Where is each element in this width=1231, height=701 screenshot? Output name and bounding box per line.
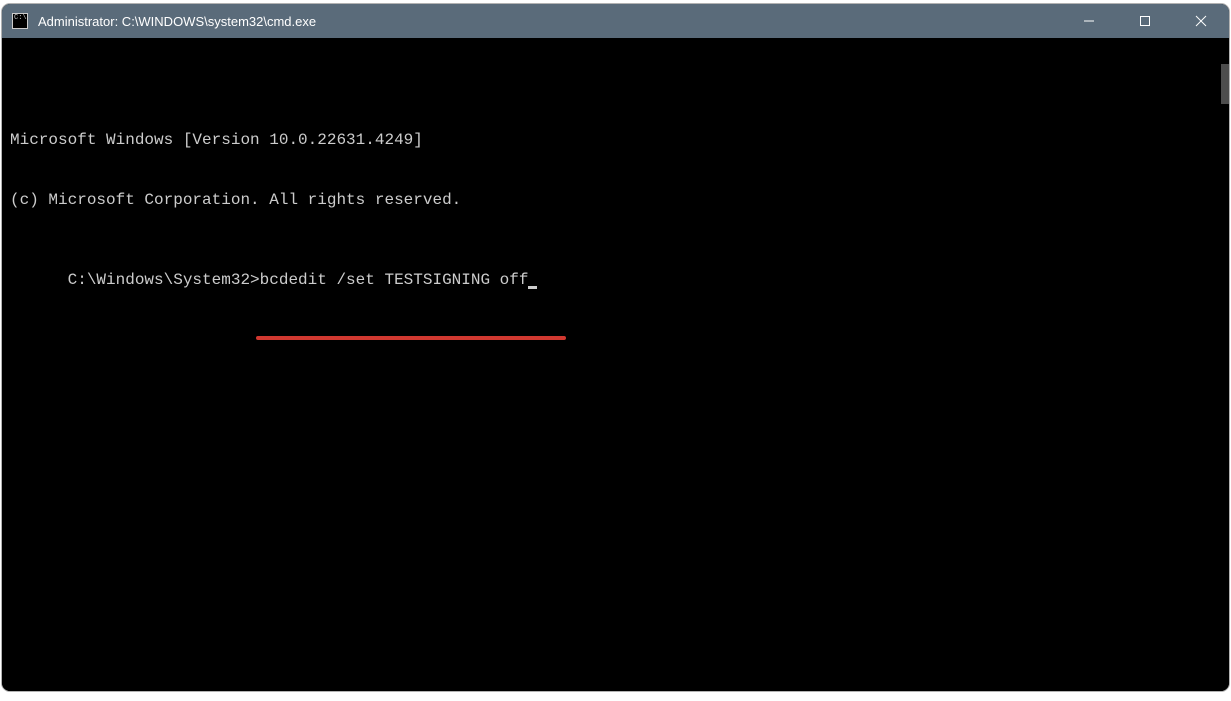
prompt-line: C:\Windows\System32>bcdedit /set TESTSIG… — [68, 270, 538, 330]
prompt-text: C:\Windows\System32> — [68, 271, 260, 289]
window-controls — [1061, 4, 1229, 38]
maximize-icon — [1139, 15, 1151, 27]
terminal-content: Microsoft Windows [Version 10.0.22631.42… — [10, 90, 1221, 350]
minimize-icon — [1083, 15, 1095, 27]
close-button[interactable] — [1173, 4, 1229, 38]
cmd-icon — [12, 13, 28, 29]
annotation-underline — [256, 336, 566, 340]
command-text: bcdedit /set TESTSIGNING off — [260, 271, 529, 289]
window-title: Administrator: C:\WINDOWS\system32\cmd.e… — [38, 14, 1061, 29]
titlebar[interactable]: Administrator: C:\WINDOWS\system32\cmd.e… — [2, 4, 1229, 38]
close-icon — [1195, 15, 1207, 27]
cursor — [528, 286, 537, 289]
output-line: Microsoft Windows [Version 10.0.22631.42… — [10, 130, 1221, 150]
maximize-button[interactable] — [1117, 4, 1173, 38]
cmd-window: Administrator: C:\WINDOWS\system32\cmd.e… — [2, 4, 1229, 691]
terminal-area[interactable]: Microsoft Windows [Version 10.0.22631.42… — [2, 38, 1229, 691]
scrollbar-thumb[interactable] — [1221, 64, 1229, 104]
minimize-button[interactable] — [1061, 4, 1117, 38]
output-line: (c) Microsoft Corporation. All rights re… — [10, 190, 1221, 210]
